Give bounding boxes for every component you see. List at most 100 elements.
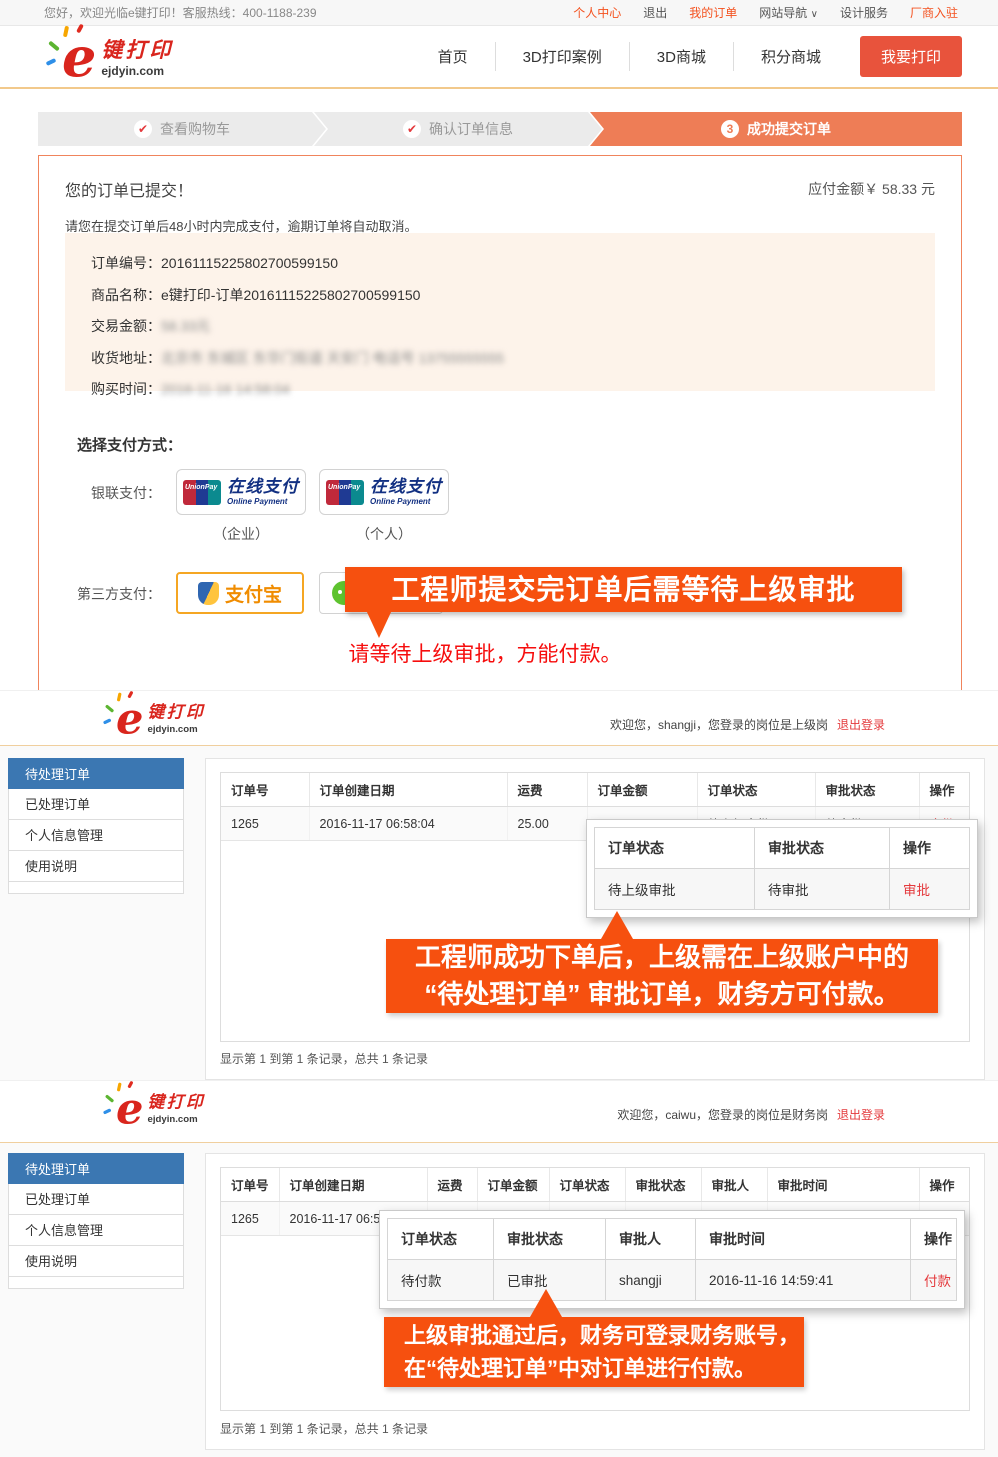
logout-link[interactable]: 退出登录 <box>837 716 885 733</box>
sidebar-item-pending-orders[interactable]: 待处理订单 <box>8 758 184 789</box>
banner-line2: “待处理订单” 审批订单，财务方可付款。 <box>386 976 938 1013</box>
sidebar-item-personal-info[interactable]: 个人信息管理 <box>8 1215 184 1246</box>
sidebar-item-personal-info[interactable]: 个人信息管理 <box>8 820 184 851</box>
sidebar-item-processed-orders[interactable]: 已处理订单 <box>8 1184 184 1215</box>
admin-header: e 键打印 ejdyin.com 欢迎您，shangji，您登录的岗位是上级岗 … <box>0 691 998 746</box>
link-vendor-join[interactable]: 厂商入驻 <box>910 4 958 21</box>
records-summary: 显示第 1 到第 1 条记录，总共 1 条记录 <box>220 1050 428 1067</box>
nav-home[interactable]: 首页 <box>411 42 495 71</box>
unionpay-corporate-caption: （企业） <box>176 524 306 544</box>
unionpay-logo-icon: UnionPay <box>326 480 364 505</box>
unionpay-text: 在线支付 Online Payment <box>227 478 299 506</box>
welcome-text: 欢迎您，shangji，您登录的岗位是上级岗 <box>610 716 828 733</box>
records-summary: 显示第 1 到第 1 条记录，总共 1 条记录 <box>220 1420 428 1437</box>
col-order-status: 订单状态 <box>388 1219 494 1260</box>
logo-e-glyph: e <box>62 36 96 79</box>
link-my-orders[interactable]: 我的订单 <box>689 4 737 21</box>
unionpay-line2: Online Payment <box>227 498 299 506</box>
logo-domain: ejdyin.com <box>147 1113 205 1124</box>
logo[interactable]: e 键打印 ejdyin.com <box>116 1089 205 1126</box>
sidebar: 待处理订单 已处理订单 个人信息管理 使用说明 <box>8 758 184 894</box>
banner-line1: 上级审批通过后，财务可登录财务账号， <box>404 1319 804 1352</box>
link-site-nav[interactable]: 网站导航 ∨ <box>759 4 818 21</box>
alipay-shield-icon <box>198 582 219 605</box>
finance-panel-view: e 键打印 ejdyin.com 欢迎您，caiwu，您登录的岗位是财务岗 退出… <box>0 1080 998 1457</box>
col-action: 操作 <box>890 828 970 869</box>
checkout-page: 您好，欢迎光临e键打印！客服热线：400-1188-239 个人中心 退出 我的… <box>0 0 998 690</box>
print-now-button[interactable]: 我要打印 <box>860 36 962 77</box>
sidebar-item-instructions[interactable]: 使用说明 <box>8 1246 184 1277</box>
checkout-stepper: ✔ 查看购物车 ✔ 确认订单信息 3 成功提交订单 <box>38 112 962 146</box>
sidebar-item-pending-orders[interactable]: 待处理订单 <box>8 1153 184 1184</box>
pay-action-link[interactable]: 付款 <box>924 1274 951 1289</box>
greeting-text: 您好，欢迎光临e键打印！客服热线：400-1188-239 <box>44 4 317 21</box>
field-value-blurred: 北京市 东城区 东华门街道 天安门 电话号 13755555555 <box>161 343 504 375</box>
cell-order-status: 待付款 <box>388 1260 494 1301</box>
col-action: 操作 <box>911 1219 957 1260</box>
col-approval-status: 审批状态 <box>815 773 919 807</box>
col-action: 操作 <box>919 773 969 807</box>
unionpay-logo-icon: UnionPay <box>183 480 221 505</box>
alipay-label: 支付宝 <box>225 580 282 607</box>
unionpay-line1: 在线支付 <box>227 478 299 495</box>
col-order-status: 订单状态 <box>549 1168 625 1202</box>
field-label: 收货地址： <box>91 343 161 375</box>
check-icon: ✔ <box>403 120 421 138</box>
logo[interactable]: e 键打印 ejdyin.com <box>62 34 173 80</box>
step-confirm-order: ✔ 确认订单信息 <box>314 112 602 146</box>
unionpay-text: 在线支付 Online Payment <box>370 478 442 506</box>
field-label: 交易金额： <box>91 311 161 343</box>
order-field-address: 收货地址： 北京市 东城区 东华门街道 天安门 电话号 13755555555 <box>91 343 909 375</box>
wait-approval-note: 请等待上级审批，方能付款。 <box>285 638 685 668</box>
approval-callout-banner: 工程师提交完订单后需等待上级审批 <box>345 567 902 612</box>
link-personal-center[interactable]: 个人中心 <box>573 4 621 21</box>
sidebar-spacer <box>8 1277 184 1289</box>
order-field-number: 订单编号： 20161115225802700599150 <box>91 248 909 280</box>
logo-name: 键打印 <box>147 1089 205 1113</box>
supervisor-callout-banner: 工程师成功下单后，上级需在上级账户中的 “待处理订单” 审批订单，财务方可付款。 <box>386 939 938 1013</box>
payment-method-title: 选择支付方式： <box>77 434 182 455</box>
callout-arrow-up-icon <box>530 1289 562 1317</box>
cell-approval-status: 待审批 <box>755 869 890 910</box>
nav-3d-mall[interactable]: 3D商城 <box>629 42 733 71</box>
popup-header-row: 订单状态 审批状态 审批人 审批时间 操作 <box>388 1219 957 1260</box>
link-design-service[interactable]: 设计服务 <box>840 4 888 21</box>
thirdparty-label: 第三方支付： <box>39 584 161 604</box>
unionpay-corporate-button[interactable]: UnionPay 在线支付 Online Payment <box>176 469 306 515</box>
top-utility-bar: 您好，欢迎光临e键打印！客服热线：400-1188-239 个人中心 退出 我的… <box>0 0 998 26</box>
col-shipping: 运费 <box>507 773 587 807</box>
col-approval-time: 审批时间 <box>696 1219 911 1260</box>
logo-dash-green-icon <box>105 1094 114 1103</box>
sidebar-item-processed-orders[interactable]: 已处理订单 <box>8 789 184 820</box>
alipay-button[interactable]: 支付宝 <box>176 572 304 614</box>
sidebar-item-instructions[interactable]: 使用说明 <box>8 851 184 882</box>
step-label: 确认订单信息 <box>429 119 513 139</box>
link-logout[interactable]: 退出 <box>643 4 667 21</box>
approve-action-link[interactable]: 审批 <box>903 883 930 898</box>
logo-name: 键打印 <box>101 34 173 64</box>
col-approval-time: 审批时间 <box>767 1168 919 1202</box>
step-label: 查看购物车 <box>160 119 230 139</box>
unionpay-personal-button[interactable]: UnionPay 在线支付 Online Payment <box>319 469 449 515</box>
unionpay-personal-caption: （个人） <box>319 524 449 544</box>
field-value: 20161115225802700599150 <box>161 248 338 280</box>
logo-text: 键打印 ejdyin.com <box>147 699 205 736</box>
unionpay-brand: UnionPay <box>328 484 360 492</box>
main-header: e 键打印 ejdyin.com 首页 3D打印案例 3D商城 积分商城 我要打… <box>0 26 998 89</box>
logo-text: 键打印 ejdyin.com <box>101 34 173 80</box>
step-view-cart: ✔ 查看购物车 <box>38 112 326 146</box>
sidebar-spacer <box>8 882 184 894</box>
order-field-amount: 交易金额： 58.33元 <box>91 311 909 343</box>
logo[interactable]: e 键打印 ejdyin.com <box>116 699 205 736</box>
nav-3d-print-cases[interactable]: 3D打印案例 <box>495 42 629 71</box>
field-value: e键打印-订单20161115225802700599150 <box>161 280 420 312</box>
logo-text: 键打印 ejdyin.com <box>147 1089 205 1126</box>
col-amount: 订单金额 <box>587 773 697 807</box>
zoom-popup: 订单状态 审批状态 审批人 审批时间 操作 待付款 已审批 shangji 20… <box>379 1210 965 1309</box>
cell-shipping: 25.00 <box>507 807 587 841</box>
order-field-product: 商品名称： e键打印-订单20161115225802700599150 <box>91 280 909 312</box>
logout-link[interactable]: 退出登录 <box>837 1106 885 1123</box>
callout-arrow-down-icon <box>366 610 392 638</box>
nav-points-mall[interactable]: 积分商城 <box>733 42 848 71</box>
link-site-nav-label: 网站导航 <box>759 6 807 20</box>
